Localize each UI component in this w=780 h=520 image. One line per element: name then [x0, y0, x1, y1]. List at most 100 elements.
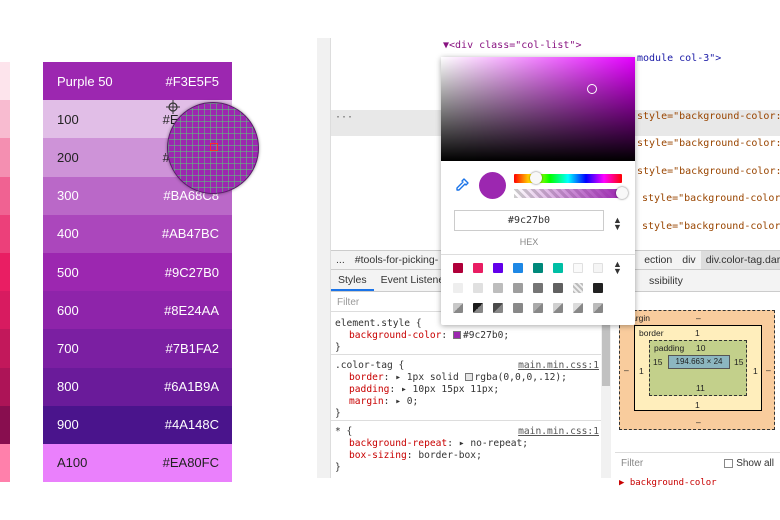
pink-swatch	[0, 367, 10, 406]
palette-swatch[interactable]	[593, 303, 603, 313]
palette-swatch[interactable]	[453, 263, 463, 273]
decl-margin[interactable]: margin: ▸ 0;	[349, 396, 418, 407]
breadcrumb-ellipsis[interactable]: ...	[331, 254, 350, 266]
palette-swatch[interactable]	[513, 283, 523, 293]
pink-palette-strip	[0, 62, 10, 483]
tab-styles[interactable]: Styles	[331, 274, 374, 291]
breadcrumb-color-tag[interactable]: div.color-tag.dark	[700, 251, 780, 269]
hex-value-input[interactable]: #9c27b0	[454, 210, 604, 231]
color-swatch-icon[interactable]	[452, 331, 461, 339]
palette-row[interactable]: Purple 50 #F3E5F5	[43, 62, 232, 101]
palette-row[interactable]: 700 #7B1FA2	[43, 329, 232, 368]
breadcrumb-div[interactable]: div	[677, 254, 700, 266]
pink-swatch	[0, 405, 10, 444]
palette-swatch[interactable]	[553, 283, 563, 293]
palette-swatch[interactable]	[453, 283, 463, 293]
checkbox-icon[interactable]	[724, 458, 734, 468]
palette-swatch[interactable]	[493, 303, 503, 313]
color-preview-swatch	[479, 172, 506, 199]
palette-swatch[interactable]	[493, 283, 503, 293]
palette-swatch[interactable]	[473, 303, 483, 313]
alpha-slider[interactable]	[514, 189, 622, 198]
palette-row[interactable]: 400 #AB47BC	[43, 214, 232, 253]
palette-shade-hex: #EA80FC	[162, 455, 219, 471]
breadcrumb-tools[interactable]: #tools-for-picking-	[350, 254, 443, 266]
palette-swatch[interactable]	[593, 283, 603, 293]
decl-box-sizing[interactable]: box-sizing: border-box;	[349, 450, 482, 461]
box-model-padding[interactable]: padding 10 15 15 11 194.663 × 24	[649, 340, 747, 396]
breadcrumb-section[interactable]: ection	[639, 254, 677, 266]
palette-swatch[interactable]	[573, 263, 583, 273]
palette-row[interactable]: 900 #4A148C	[43, 405, 232, 444]
tab-accessibility-label: ssibility	[649, 275, 683, 287]
decl-border[interactable]: border: ▸ 1px solid rgba(0,0,0,.12);	[349, 372, 567, 383]
rule-close: }	[335, 342, 341, 353]
decl-background-repeat[interactable]: background-repeat: ▸ no-repeat;	[349, 438, 528, 449]
palette-swatch[interactable]	[533, 283, 543, 293]
dom-attr-text: module col-3">	[637, 53, 722, 64]
palette-swatch[interactable]	[513, 263, 523, 273]
saturation-value-area[interactable]	[441, 57, 635, 161]
source-link[interactable]: main.min.css:1	[518, 360, 599, 371]
dom-style-attr-2[interactable]: style="background-color:	[637, 138, 780, 149]
rule-close: }	[335, 462, 341, 473]
palette-swatch[interactable]	[453, 303, 463, 313]
dom-style-attr-4[interactable]: style="background-color:	[642, 193, 780, 204]
color-picker-popup: #9c27b0 HEX ▲ ▼ ▲ ▼	[441, 57, 635, 325]
prop-value-color: rgba(0,0,0,.12);	[474, 372, 567, 383]
source-link[interactable]: main.min.css:1	[518, 426, 599, 437]
computed-filter-input[interactable]: Filter Show all	[615, 452, 780, 474]
prop-value: 10px 15px 11px;	[412, 384, 500, 395]
dom-style-attr-5[interactable]: style="background-color:	[642, 221, 780, 232]
tab-accessibility[interactable]: ssibility	[621, 270, 780, 292]
computed-property-row[interactable]: ▶ background-color	[619, 478, 717, 488]
palette-row[interactable]: 500 #9C27B0	[43, 252, 232, 292]
styles-scrollbar[interactable]	[601, 314, 611, 478]
alpha-slider-handle[interactable]	[616, 187, 628, 199]
dom-tag-text: ▼<div class="col-list">	[443, 40, 582, 51]
palette-swatch[interactable]	[513, 303, 523, 313]
box-model-margin[interactable]: margin – – – – border 1 1 1 1 padding 10…	[619, 310, 775, 430]
palette-switch-icon[interactable]: ▲ ▼	[613, 260, 622, 276]
palette-swatch[interactable]	[573, 303, 583, 313]
rule-close: }	[335, 408, 341, 419]
palette-swatch[interactable]	[533, 303, 543, 313]
dom-style-attr-1[interactable]: style="background-color:	[637, 111, 780, 122]
eyedropper-icon[interactable]	[455, 178, 469, 192]
format-switch-icon[interactable]: ▲ ▼	[613, 216, 622, 232]
pink-swatch	[0, 214, 10, 253]
show-all-toggle[interactable]: Show all	[724, 458, 774, 469]
prop-value: 0;	[406, 396, 419, 407]
box-model-border[interactable]: border 1 1 1 1 padding 10 15 15 11 194.6…	[634, 325, 762, 411]
palette-row[interactable]: A100 #EA80FC	[43, 443, 232, 483]
magnifier-center-pixel	[210, 143, 218, 151]
dom-node-col-list[interactable]: ▼<div class="col-list">	[443, 40, 581, 51]
decl-background-color[interactable]: background-color: #9c27b0;	[349, 330, 509, 341]
prop-value: border-box;	[418, 450, 482, 461]
palette-swatch[interactable]	[593, 263, 603, 273]
box-model-content[interactable]: 194.663 × 24	[668, 355, 730, 369]
palette-swatch[interactable]	[533, 263, 543, 273]
palette-swatch[interactable]	[473, 263, 483, 273]
decl-padding[interactable]: padding: ▸ 10px 15px 11px;	[349, 384, 499, 395]
hue-slider-handle[interactable]	[530, 172, 542, 184]
palette-swatch[interactable]	[473, 283, 483, 293]
palette-shade-name: 300	[57, 188, 79, 204]
padding-left-value: 15	[653, 357, 663, 367]
sv-handle[interactable]	[587, 84, 597, 94]
palette-row[interactable]: 800 #6A1B9A	[43, 367, 232, 406]
dom-node-module[interactable]: module col-3">	[637, 53, 721, 64]
palette-shade-name: Purple 50	[57, 73, 113, 89]
palette-swatch[interactable]	[493, 263, 503, 273]
palette-swatch[interactable]	[553, 303, 563, 313]
palette-shade-name: 200	[57, 149, 79, 165]
pink-swatch	[0, 443, 10, 483]
padding-label: padding	[654, 343, 685, 353]
scrollbar-thumb[interactable]	[602, 320, 610, 386]
color-swatch-icon[interactable]	[464, 373, 473, 381]
palette-swatch[interactable]	[553, 263, 563, 273]
palette-swatch[interactable]	[573, 283, 583, 293]
dom-style-attr-3[interactable]: style="background-color:	[637, 166, 780, 177]
palette-row[interactable]: 600 #8E24AA	[43, 291, 232, 330]
node-ellipsis[interactable]: ···	[335, 112, 353, 123]
